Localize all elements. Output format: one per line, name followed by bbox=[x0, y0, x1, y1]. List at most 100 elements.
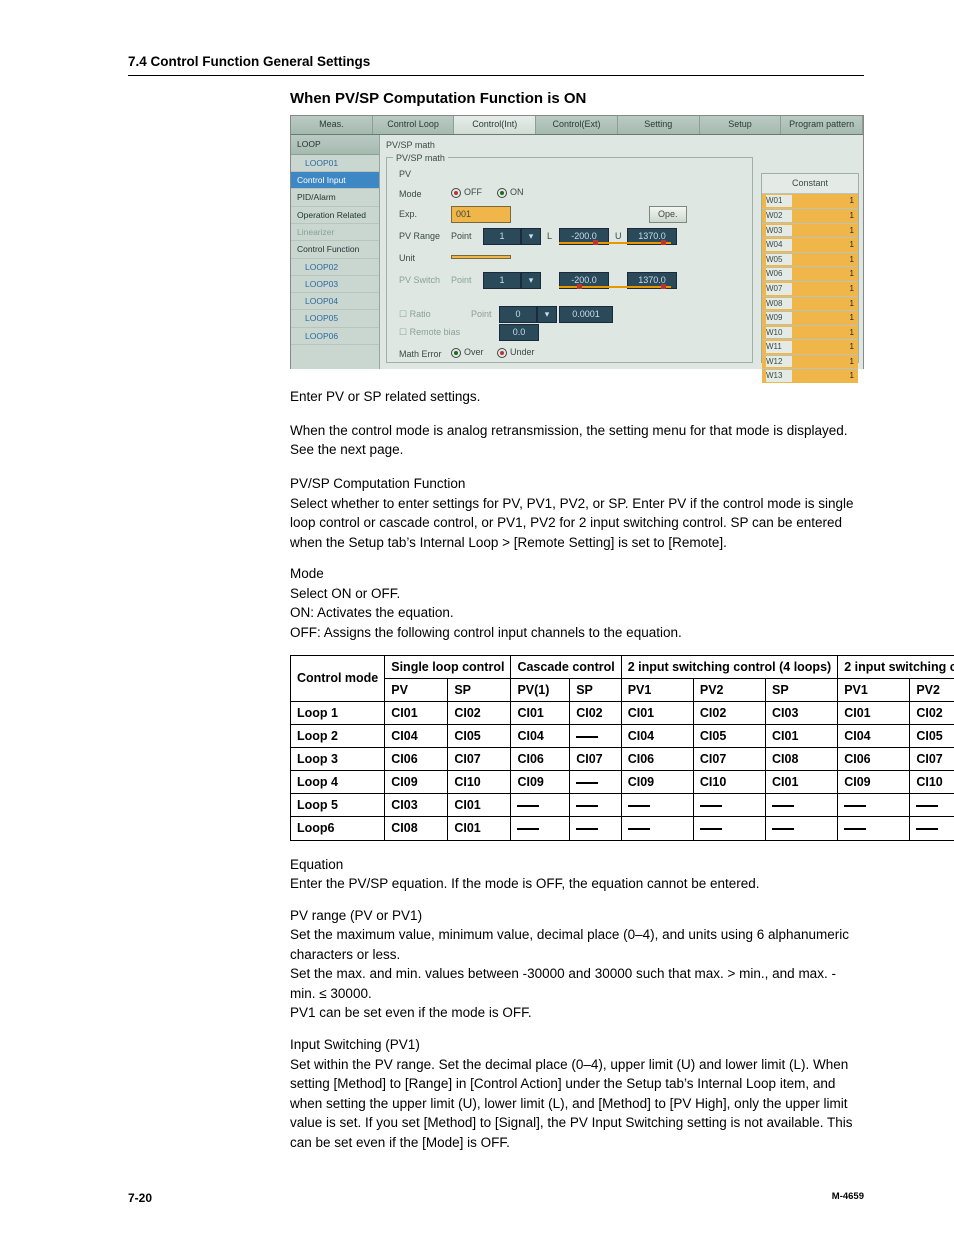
table-cell: CI04 bbox=[838, 724, 910, 747]
tab-setup[interactable]: Setup bbox=[700, 116, 782, 134]
table-cell: CI01 bbox=[838, 701, 910, 724]
constant-row[interactable]: W031 bbox=[762, 223, 858, 238]
page-number: 7-20 bbox=[128, 1190, 152, 1207]
tab-program-pattern[interactable]: Program pattern bbox=[781, 116, 863, 134]
pvrange-point-input[interactable]: 1▾ bbox=[483, 228, 541, 245]
remote-bias-checkbox[interactable]: ☐ Remote bias bbox=[399, 326, 460, 339]
constant-row[interactable]: W041 bbox=[762, 237, 858, 252]
constant-row[interactable]: W131 bbox=[762, 368, 858, 383]
tab-meas[interactable]: Meas. bbox=[291, 116, 373, 134]
panel-group: PV/SP math PV Mode OFF ON Exp. 001 Ope. … bbox=[386, 157, 753, 363]
table-cell bbox=[910, 794, 954, 817]
sidebar-loop02[interactable]: LOOP02 bbox=[291, 259, 379, 276]
table-cell: CI01 bbox=[621, 701, 693, 724]
table-cell: CI10 bbox=[910, 771, 954, 794]
sidebar-head: LOOP bbox=[291, 135, 379, 154]
sidebar-loop01[interactable]: LOOP01 bbox=[291, 155, 379, 172]
matherror-over-radio[interactable]: Over bbox=[451, 346, 484, 359]
th-sw4: 2 input switching control (4 loops) bbox=[621, 655, 837, 678]
pvrange-p3: PV1 can be set even if the mode is OFF. bbox=[290, 1003, 864, 1023]
row-label: Loop 1 bbox=[291, 701, 385, 724]
sidebar-linearizer[interactable]: Linearizer bbox=[291, 224, 379, 241]
table-cell bbox=[910, 817, 954, 840]
table-cell: CI02 bbox=[693, 701, 765, 724]
intro-p1: Enter PV or SP related settings. bbox=[290, 387, 864, 407]
table-cell bbox=[621, 794, 693, 817]
ratio-value-input[interactable]: 0.0001 bbox=[559, 306, 613, 323]
th-sub: SP bbox=[766, 678, 838, 701]
constant-panel: Constant W011W021W031W041W051W061W071W08… bbox=[761, 173, 859, 363]
table-cell: CI04 bbox=[621, 724, 693, 747]
matherror-under-radio[interactable]: Under bbox=[497, 346, 535, 359]
ratio-checkbox[interactable]: ☐ Ratio bbox=[399, 308, 431, 321]
row-label: Loop 5 bbox=[291, 794, 385, 817]
constant-row[interactable]: W091 bbox=[762, 310, 858, 325]
table-cell: CI09 bbox=[621, 771, 693, 794]
sidebar-loop04[interactable]: LOOP04 bbox=[291, 293, 379, 310]
sidebar-loop06[interactable]: LOOP06 bbox=[291, 328, 379, 345]
main-panel: PV/SP math PV/SP math PV Mode OFF ON Exp… bbox=[380, 135, 863, 369]
sidebar-control-function[interactable]: Control Function bbox=[291, 241, 379, 258]
exp-input[interactable]: 001 bbox=[451, 206, 511, 223]
unit-input[interactable] bbox=[451, 250, 511, 263]
ratio-point-input[interactable]: 0▾ bbox=[499, 306, 557, 323]
pvrange-label: PV Range bbox=[399, 230, 440, 243]
constant-row[interactable]: W121 bbox=[762, 354, 858, 369]
intro-p2: When the control mode is analog retransm… bbox=[290, 421, 864, 460]
table-cell bbox=[570, 724, 622, 747]
constant-row[interactable]: W061 bbox=[762, 266, 858, 281]
panel-tab-label[interactable]: PV/SP math bbox=[386, 139, 435, 152]
constant-row[interactable]: W081 bbox=[762, 296, 858, 311]
table-cell bbox=[693, 794, 765, 817]
sidebar-loop03[interactable]: LOOP03 bbox=[291, 276, 379, 293]
tab-control-int[interactable]: Control(Int) bbox=[454, 116, 536, 134]
constant-row[interactable]: W071 bbox=[762, 281, 858, 296]
equation-body: Enter the PV/SP equation. If the mode is… bbox=[290, 874, 864, 894]
pvswitch-point-input[interactable]: 1▾ bbox=[483, 272, 541, 289]
constant-row[interactable]: W111 bbox=[762, 339, 858, 354]
row-label: Loop6 bbox=[291, 817, 385, 840]
section-header: 7.4 Control Function General Settings bbox=[128, 52, 864, 76]
mode-on-radio[interactable]: ON bbox=[497, 186, 524, 199]
table-cell: CI08 bbox=[766, 748, 838, 771]
mode-heading: Mode bbox=[290, 564, 864, 584]
th-sub: SP bbox=[448, 678, 511, 701]
pvrange-l-label: L bbox=[547, 230, 552, 243]
constant-row[interactable]: W011 bbox=[762, 193, 858, 208]
constant-header: Constant bbox=[762, 174, 858, 193]
table-cell bbox=[621, 817, 693, 840]
mode-off-radio[interactable]: OFF bbox=[451, 186, 482, 199]
pvrange-point-label: Point bbox=[451, 230, 472, 243]
ratio-point-label: Point bbox=[471, 308, 492, 321]
constant-row[interactable]: W101 bbox=[762, 325, 858, 340]
constant-row[interactable]: W051 bbox=[762, 252, 858, 267]
pvsp-heading: PV/SP Computation Function bbox=[290, 474, 864, 494]
remote-bias-input[interactable]: 0.0 bbox=[499, 324, 539, 341]
pvrange-p1: Set the maximum value, minimum value, de… bbox=[290, 925, 864, 964]
sidebar-control-input[interactable]: Control Input bbox=[291, 172, 379, 189]
tab-control-ext[interactable]: Control(Ext) bbox=[536, 116, 618, 134]
constant-row[interactable]: W021 bbox=[762, 208, 858, 223]
app-screenshot: Meas. Control Loop Control(Int) Control(… bbox=[290, 115, 864, 369]
tab-setting[interactable]: Setting bbox=[618, 116, 700, 134]
mode-p2: ON: Activates the equation. bbox=[290, 603, 864, 623]
ope-button[interactable]: Ope. bbox=[649, 206, 687, 223]
th-sub: PV(1) bbox=[511, 678, 570, 701]
th-cascade: Cascade control bbox=[511, 655, 621, 678]
pvswitch-point-label: Point bbox=[451, 274, 472, 287]
table-cell: CI10 bbox=[693, 771, 765, 794]
tab-control-loop[interactable]: Control Loop bbox=[373, 116, 455, 134]
tab-bar: Meas. Control Loop Control(Int) Control(… bbox=[291, 116, 863, 135]
sidebar-loop05[interactable]: LOOP05 bbox=[291, 310, 379, 327]
inputsw-heading: Input Switching (PV1) bbox=[290, 1035, 864, 1055]
th-sub: PV2 bbox=[910, 678, 954, 701]
table-cell bbox=[838, 794, 910, 817]
inputsw-body: Set within the PV range. Set the decimal… bbox=[290, 1055, 864, 1153]
sidebar-pid-alarm[interactable]: PID/Alarm bbox=[291, 189, 379, 206]
table-cell bbox=[570, 794, 622, 817]
th-sw6: 2 input switching control (6 loops) bbox=[838, 655, 954, 678]
sidebar-operation-related[interactable]: Operation Related bbox=[291, 207, 379, 224]
table-cell: CI09 bbox=[385, 771, 448, 794]
pvsp-body: Select whether to enter settings for PV,… bbox=[290, 494, 864, 553]
table-cell: CI06 bbox=[385, 748, 448, 771]
